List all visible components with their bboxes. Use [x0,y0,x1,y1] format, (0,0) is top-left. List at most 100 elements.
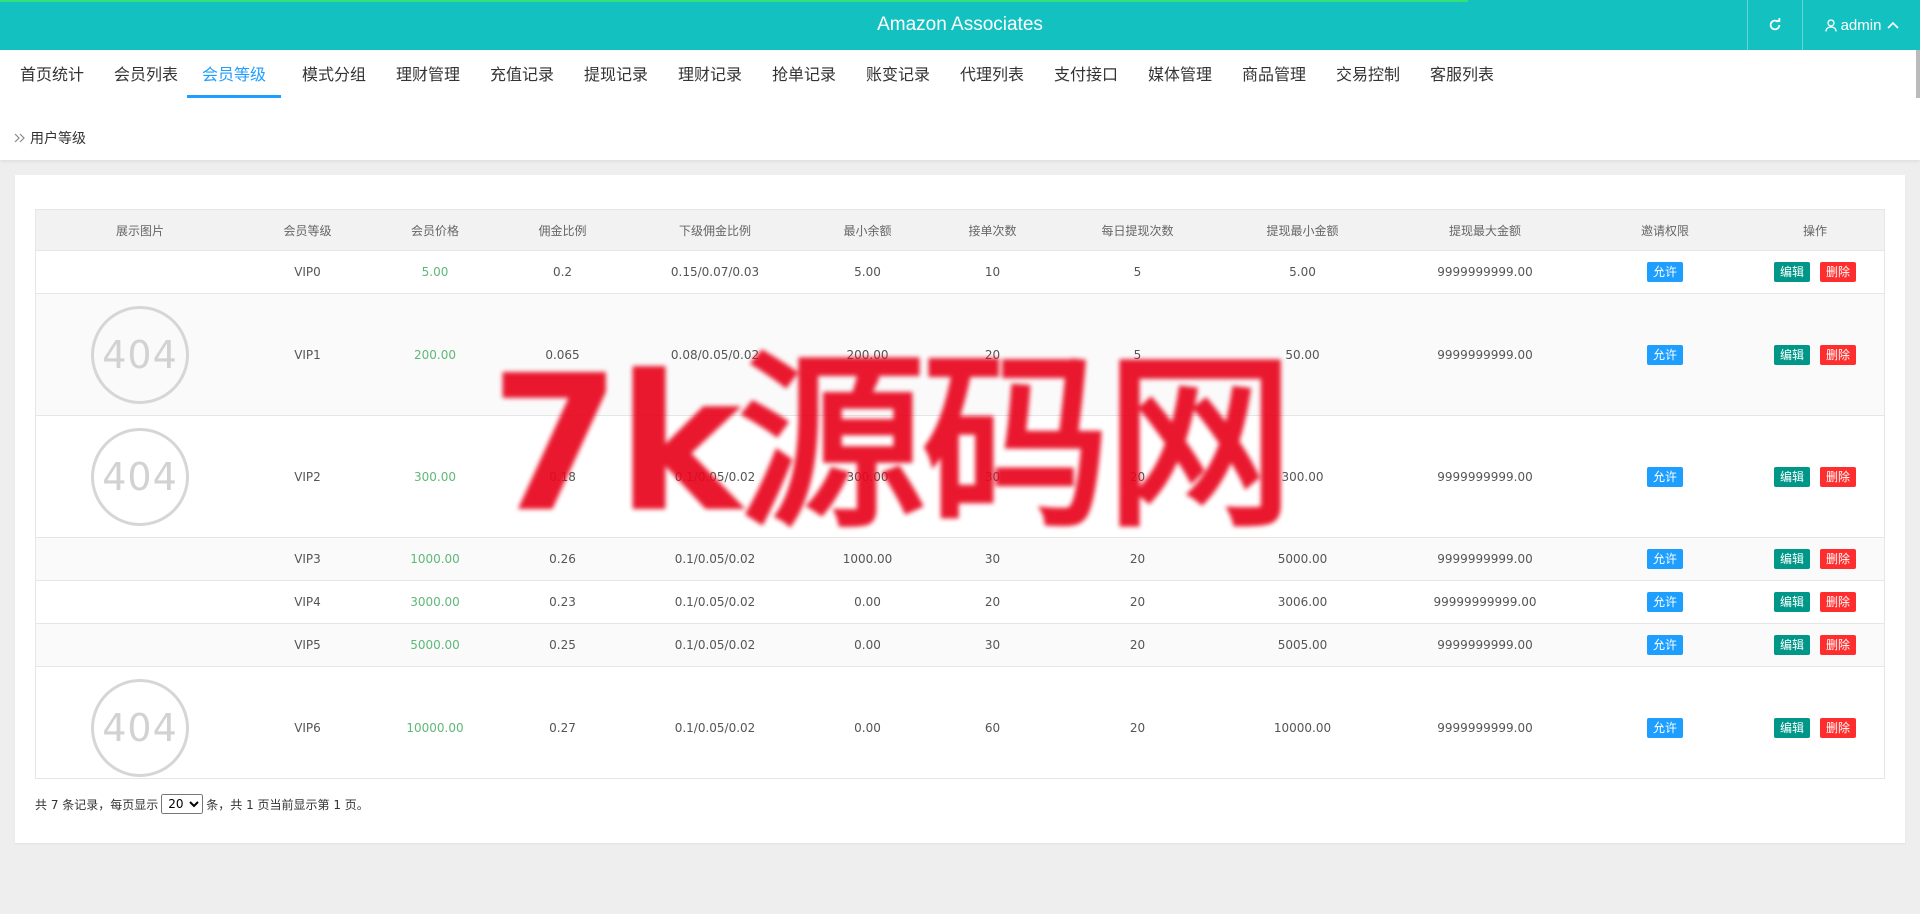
cell-withdraw-max: 9999999999.00 [1385,250,1585,294]
nav-tab-13[interactable]: 商品管理 [1242,50,1306,96]
user-icon [1824,18,1837,32]
cell-withdraw-min: 5000.00 [1220,537,1385,581]
column-header: 展示图片 [35,209,245,251]
image-cell [35,250,245,294]
edit-button[interactable]: 编辑 [1773,635,1810,655]
delete-button[interactable]: 删除 [1820,549,1857,569]
cell-orders: 30 [930,537,1055,581]
column-header: 会员等级 [245,209,370,251]
scrollbar[interactable] [1916,50,1920,100]
nav-tab-3[interactable]: 模式分组 [302,50,366,96]
cell-sub-rate: 0.15/0.07/0.03 [625,250,805,294]
delete-button[interactable]: 删除 [1820,344,1857,365]
edit-button[interactable]: 编辑 [1773,717,1810,738]
column-header: 每日提现次数 [1055,209,1220,251]
nav-tab-5[interactable]: 充值记录 [490,50,554,96]
cell-orders: 20 [930,293,1055,416]
cell-actions: 编辑 删除 [1745,537,1885,581]
table-row: VIP5 5000.00 0.25 0.1/0.05/0.02 0.00 30 20 5005… [35,623,1885,667]
cell-level: VIP6 [245,666,370,788]
pager-suffix: 条，共 1 页当前显示第 1 页。 [206,797,369,812]
column-header: 提现最小金额 [1220,209,1385,251]
invite-allow-button[interactable]: 允许 [1646,344,1683,365]
nav-tab-11[interactable]: 支付接口 [1054,50,1118,96]
cell-level: VIP0 [245,250,370,294]
cell-withdraw-max: 99999999999.00 [1385,580,1585,624]
table-row: VIP3 1000.00 0.26 0.1/0.05/0.02 1000.00 30 20 5… [35,537,1885,581]
edit-button[interactable]: 编辑 [1773,592,1810,612]
table-row: VIP4 3000.00 0.23 0.1/0.05/0.02 0.00 20 20 3006… [35,580,1885,624]
nav-tab-6[interactable]: 提现记录 [584,50,648,96]
refresh-button[interactable] [1747,0,1802,50]
image-cell: 404 [35,666,245,788]
cell-sub-rate: 0.1/0.05/0.02 [625,415,805,538]
cell-actions: 编辑 删除 [1745,666,1885,788]
nav-tab-15[interactable]: 客服列表 [1430,50,1494,96]
nav-tab-14[interactable]: 交易控制 [1336,50,1400,96]
table-row: 404 VIP6 10000.00 0.27 0.1/0.05/0.02 0.00 60 20… [35,666,1885,788]
broken-image-placeholder: 404 [91,305,189,404]
cell-price: 300.00 [370,415,500,538]
chevron-up-icon [1887,21,1899,29]
invite-allow-button[interactable]: 允许 [1646,592,1683,612]
invite-allow-button[interactable]: 允许 [1646,262,1683,282]
image-cell: 404 [35,415,245,538]
user-menu[interactable]: admin [1802,0,1920,50]
cell-invite: 允许 [1585,580,1745,624]
broken-image-placeholder: 404 [91,427,189,526]
column-header: 会员价格 [370,209,500,251]
nav-tab-9[interactable]: 账变记录 [866,50,930,96]
cell-min-balance: 300.00 [805,415,930,538]
edit-button[interactable]: 编辑 [1773,344,1810,365]
edit-button[interactable]: 编辑 [1773,466,1810,487]
nav-tab-7[interactable]: 理财记录 [678,50,742,96]
column-header: 提现最大金额 [1385,209,1585,251]
edit-button[interactable]: 编辑 [1773,262,1810,282]
cell-rate: 0.18 [500,415,625,538]
cell-orders: 30 [930,623,1055,667]
nav-tab-4[interactable]: 理财管理 [396,50,460,96]
breadcrumb-label: 用户等级 [30,131,86,147]
cell-min-balance: 1000.00 [805,537,930,581]
cell-daily-withdraw: 5 [1055,293,1220,416]
invite-allow-button[interactable]: 允许 [1646,549,1683,569]
cell-withdraw-min: 10000.00 [1220,666,1385,788]
delete-button[interactable]: 删除 [1820,635,1857,655]
delete-button[interactable]: 删除 [1820,262,1857,282]
cell-withdraw-max: 9999999999.00 [1385,293,1585,416]
nav-tab-12[interactable]: 媒体管理 [1148,50,1212,96]
app-title: Amazon Associates [877,14,1043,35]
page-size-select[interactable]: 20 [161,794,204,814]
cell-actions: 编辑 删除 [1745,415,1885,538]
cell-actions: 编辑 删除 [1745,580,1885,624]
top-bar: Amazon Associates admin [0,0,1920,50]
nav-tab-10[interactable]: 代理列表 [960,50,1024,96]
cell-invite: 允许 [1585,415,1745,538]
nav-tab-8[interactable]: 抢单记录 [772,50,836,96]
table-row: 404 VIP1 200.00 0.065 0.08/0.05/0.02 200.00 20… [35,293,1885,416]
table-row: 404 VIP2 300.00 0.18 0.1/0.05/0.02 300.00 30 20… [35,415,1885,538]
cell-daily-withdraw: 20 [1055,537,1220,581]
cell-min-balance: 0.00 [805,666,930,788]
nav-tab-2[interactable]: 会员等级 [187,50,281,98]
invite-allow-button[interactable]: 允许 [1646,635,1683,655]
delete-button[interactable]: 删除 [1820,592,1857,612]
cell-invite: 允许 [1585,623,1745,667]
cell-withdraw-max: 9999999999.00 [1385,415,1585,538]
nav-tab-0[interactable]: 首页统计 [20,50,84,96]
edit-button[interactable]: 编辑 [1773,549,1810,569]
cell-sub-rate: 0.1/0.05/0.02 [625,623,805,667]
cell-min-balance: 0.00 [805,623,930,667]
breadcrumb: 用户等级 [14,128,86,148]
cell-min-balance: 200.00 [805,293,930,416]
delete-button[interactable]: 删除 [1820,717,1857,738]
cell-rate: 0.065 [500,293,625,416]
cell-orders: 60 [930,666,1055,788]
cell-rate: 0.26 [500,537,625,581]
delete-button[interactable]: 删除 [1820,466,1857,487]
cell-invite: 允许 [1585,250,1745,294]
level-table: 展示图片 会员等级 会员价格 佣金比例 下级佣金比例 最小余额 接单次数 每日提现次数 提现最小… [35,209,1885,788]
invite-allow-button[interactable]: 允许 [1646,717,1683,738]
invite-allow-button[interactable]: 允许 [1646,466,1683,487]
nav-tab-1[interactable]: 会员列表 [114,50,178,96]
